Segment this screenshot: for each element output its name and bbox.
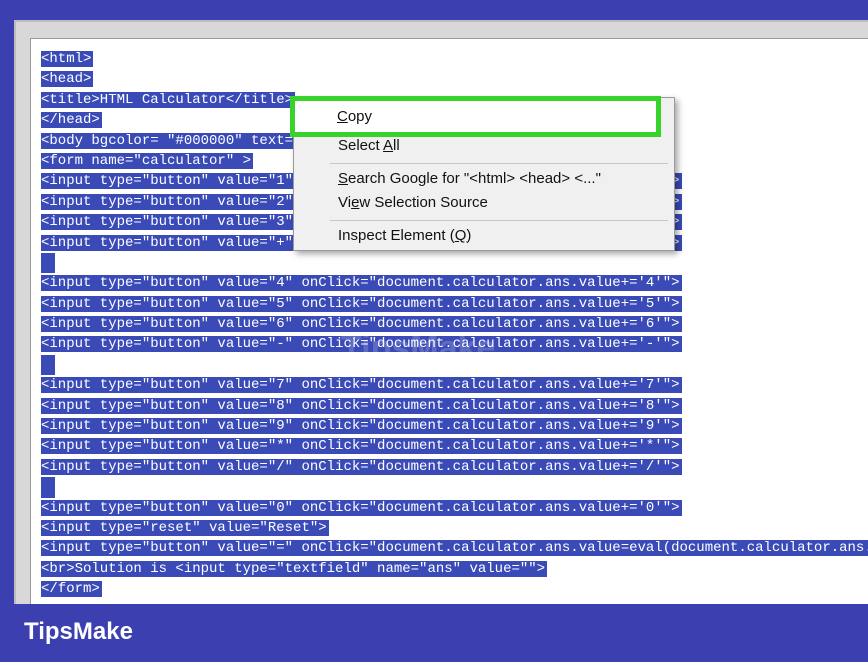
code-line: <input type="button" value="4" onClick="… bbox=[41, 273, 868, 293]
code-line bbox=[41, 252, 868, 274]
menu-item-copy-highlighted[interactable]: Copy bbox=[337, 106, 372, 128]
menu-item-select-all[interactable]: Select All bbox=[338, 135, 400, 157]
code-line: <input type="button" value="9" onClick="… bbox=[41, 416, 868, 436]
code-line-text: <input type="button" value="=" onClick="… bbox=[41, 540, 868, 557]
code-line bbox=[41, 477, 868, 498]
code-line-text: </form> bbox=[41, 581, 102, 598]
code-line: <input type="button" value="8" onClick="… bbox=[41, 396, 868, 416]
code-line-text: <input type="button" value="9" onClick="… bbox=[41, 418, 682, 435]
code-line: <input type="reset" value="Reset"> bbox=[41, 518, 868, 538]
code-line-text: <input type="button" value="7" onClick="… bbox=[41, 377, 682, 394]
code-line-text: <input type="button" value="/" onClick="… bbox=[41, 458, 682, 475]
code-line: <html> bbox=[41, 49, 868, 69]
code-line: <input type="button" value="/" onClick="… bbox=[41, 457, 868, 477]
code-line-text: <html> bbox=[41, 51, 94, 67]
code-line: <head> bbox=[41, 69, 868, 89]
code-line-text: <br>Solution is <input type="textfield" … bbox=[41, 560, 548, 577]
brand-logo: TipsMake bbox=[24, 618, 133, 645]
code-line: <input type="button" value="*" onClick="… bbox=[41, 436, 868, 456]
menu-separator bbox=[330, 163, 668, 164]
menu-item-view-selection-source[interactable]: View Selection Source bbox=[338, 192, 488, 214]
menu-separator bbox=[330, 220, 668, 221]
code-line: <input type="button" value="0" onClick="… bbox=[41, 498, 868, 518]
code-line: </form> bbox=[41, 579, 868, 599]
code-line-text: <title>HTML Calculator</title> bbox=[41, 91, 296, 108]
code-line-text: <input type="button" value="4" onClick="… bbox=[41, 275, 682, 292]
footer-bar: TipsMake bbox=[0, 604, 868, 662]
menu-item-inspect-element[interactable]: Inspect Element (Q) bbox=[338, 225, 471, 247]
code-line-text: </head> bbox=[41, 112, 102, 129]
code-line: <input type="button" value="=" onClick="… bbox=[41, 538, 868, 558]
code-line-text: <input type="button" value="0" onClick="… bbox=[41, 499, 682, 516]
code-line-text: <input type="button" value="8" onClick="… bbox=[41, 397, 682, 414]
code-line-text bbox=[41, 477, 55, 498]
code-line: <input type="button" value="5" onClick="… bbox=[41, 294, 868, 314]
code-line: <input type="button" value="7" onClick="… bbox=[41, 375, 868, 395]
code-line-text: <input type="button" value="*" onClick="… bbox=[41, 438, 682, 455]
code-line-text: <input type="reset" value="Reset"> bbox=[41, 519, 329, 536]
code-line-text bbox=[41, 354, 55, 376]
menu-item-search-google[interactable]: Search Google for "<html> <head> <..." bbox=[338, 168, 601, 190]
code-line: <br>Solution is <input type="textfield" … bbox=[41, 559, 868, 579]
code-line-text: <head> bbox=[41, 71, 94, 88]
watermark: TipsMake bbox=[341, 329, 496, 367]
code-line-text bbox=[41, 252, 55, 274]
copy-highlight-box: Copy bbox=[290, 96, 661, 137]
code-line-text: <input type="button" value="5" onClick="… bbox=[41, 295, 682, 312]
code-line-text: <form name="calculator" > bbox=[41, 152, 254, 169]
